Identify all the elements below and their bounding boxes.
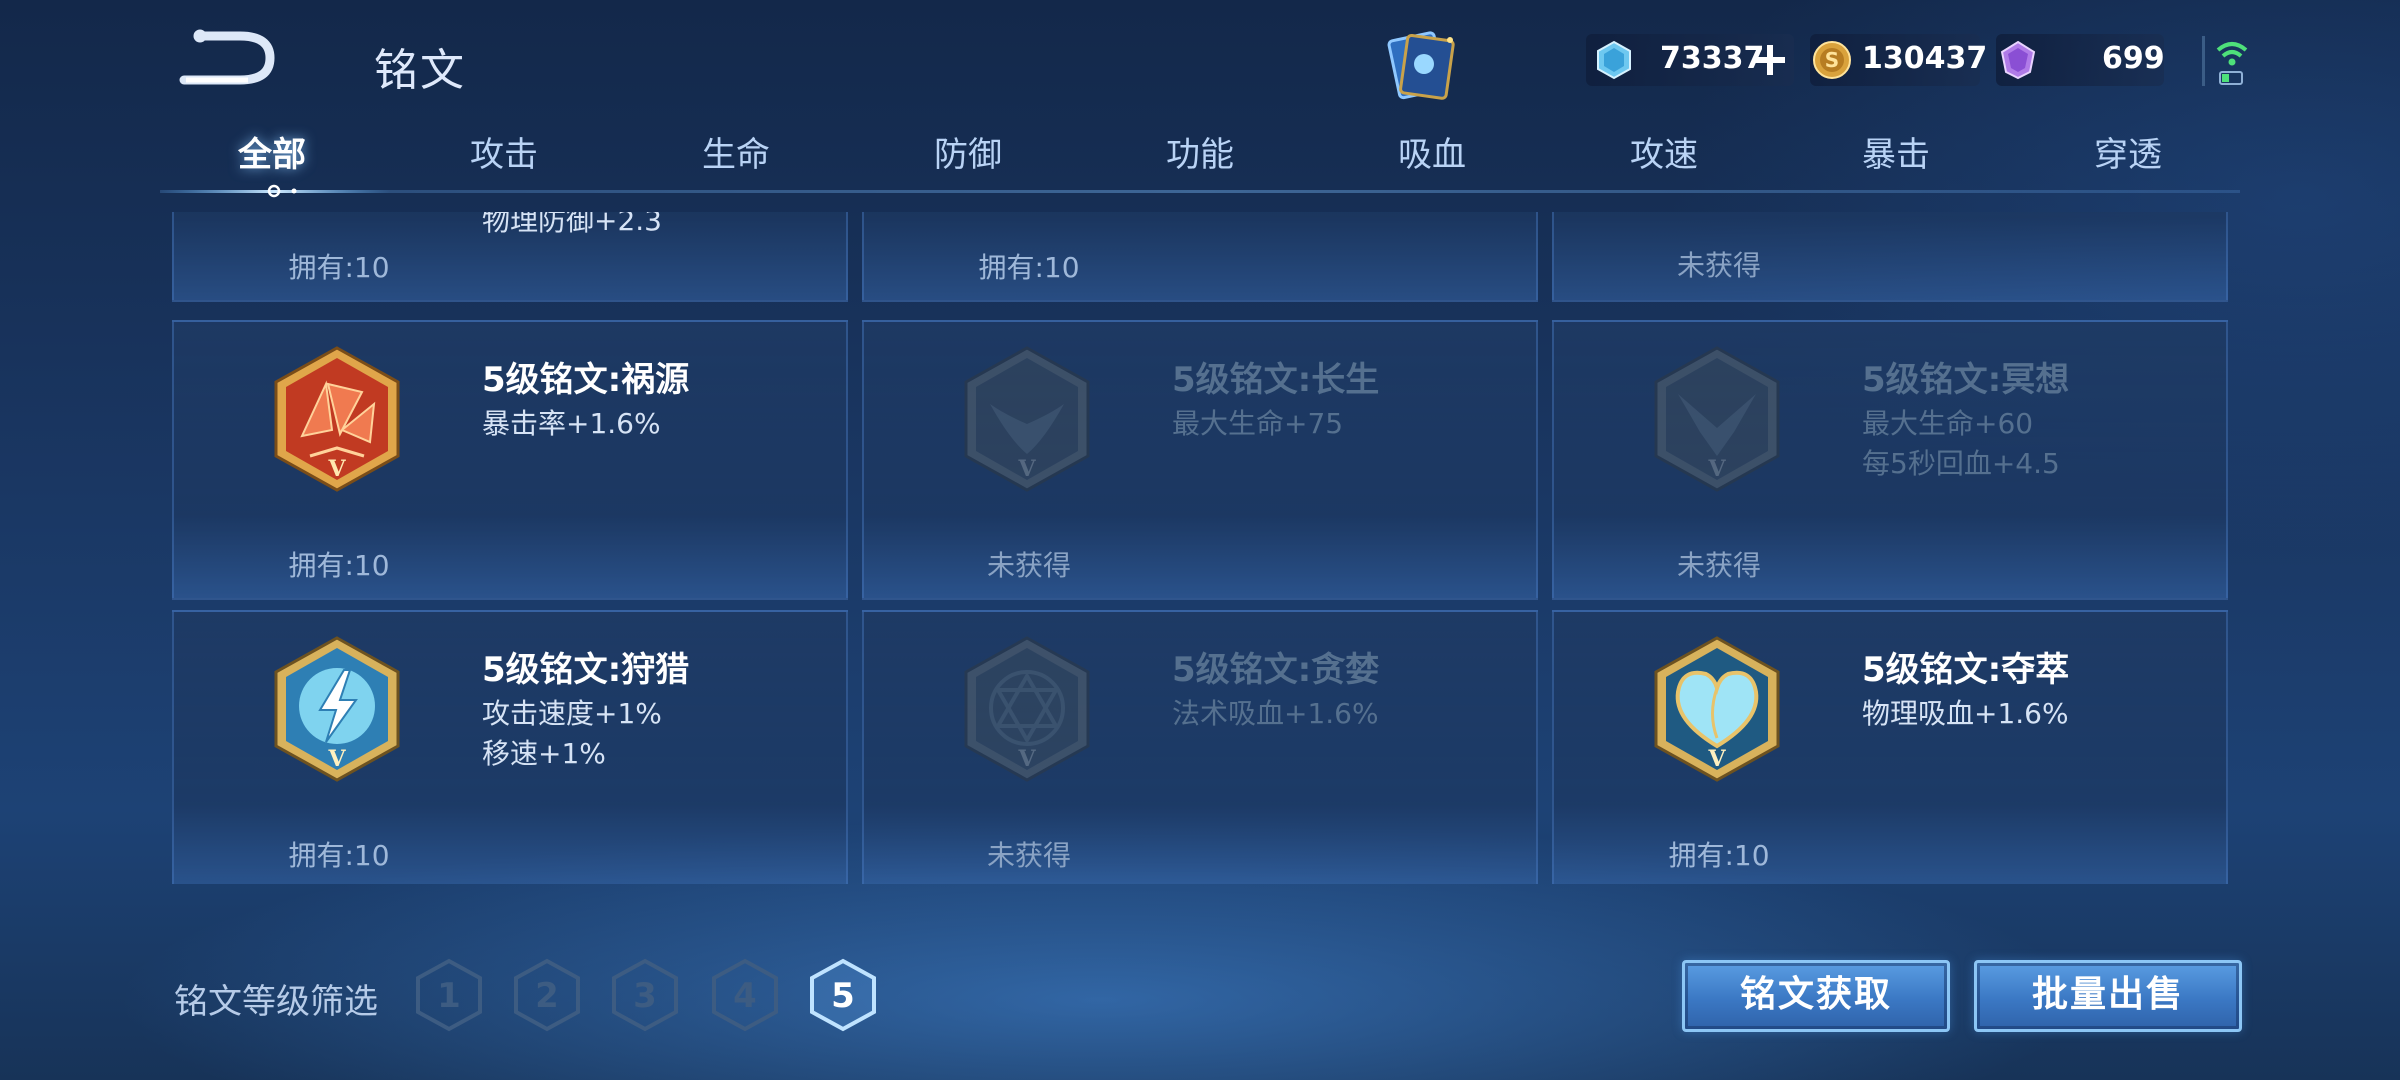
hexagon-icon: 1 [416,958,482,1032]
hexagon-icon: 3 [612,958,678,1032]
svg-text:2: 2 [535,976,559,1016]
svg-text:V: V [327,746,346,772]
red-shards-badge-icon: V [274,346,400,492]
tab-health[interactable]: 生命 [636,128,836,194]
svg-text:V: V [1017,746,1036,772]
inscription-card[interactable]: V 5级铭文:祸源 暴击率+1.6% 拥有:10 [172,320,848,600]
svg-text:V: V [327,456,346,482]
add-gem-button[interactable] [1752,42,1788,78]
inscription-stat: 法术吸血+1.6% [1172,697,1379,730]
inscription-stat: 暴击率+1.6% [482,407,661,440]
tab-penetration[interactable]: 穿透 [2028,128,2228,194]
tab-defense[interactable]: 防御 [868,128,1068,194]
tab-attack-speed[interactable]: 攻速 [1564,128,1764,194]
inscription-book-icon[interactable] [1378,26,1464,102]
inscription-stat: 最大生命+60 [1862,407,2034,440]
heart-badge-icon: V [1654,636,1780,782]
level-filter-2[interactable]: 2 [512,958,582,1032]
hexagon-icon: 5 [810,958,876,1032]
svg-text:S: S [1825,48,1839,72]
svg-text:1: 1 [437,976,461,1016]
inscription-name: 5级铭文:祸源 [482,360,690,400]
inscription-card[interactable]: V 5级铭文:狩猎 攻击速度+1% 移速+1% 拥有:10 [172,610,848,884]
inscription-name: 5级铭文:长生 [1172,360,1380,400]
inscription-count: 拥有:10 [288,251,390,284]
hexagon-icon: 2 [514,958,580,1032]
gem-amount: 73337 [1660,41,1765,76]
inscription-count: 拥有:10 [288,839,390,872]
wing-badge-icon: V [964,346,1090,492]
inscription-card[interactable]: V 5级铭文:冥想 最大生命+60 每5秒回血+4.5 未获得 [1552,320,2228,600]
bird-badge-icon: V [1654,346,1780,492]
inscription-name: 5级铭文:冥想 [1862,360,2070,400]
inscription-stat: 攻击速度+1% [482,697,662,730]
back-button[interactable] [178,24,288,94]
inscription-name: 5级铭文:贪婪 [1172,650,1380,690]
svg-text:V: V [1017,456,1036,482]
level-filter-5[interactable]: 5 [808,958,878,1032]
svg-text:5: 5 [831,976,855,1016]
inscription-card[interactable]: V 5级铭文:长生 最大生命+75 未获得 [862,320,1538,600]
network-status [2202,34,2262,90]
level-filter-1[interactable]: 1 [414,958,484,1032]
svg-text:3: 3 [633,976,657,1016]
inscription-count: 未获得 [1676,549,1761,582]
obtain-inscription-button[interactable]: 铭文获取 [1682,960,1950,1032]
svg-text:V: V [1707,746,1726,772]
inscription-grid: 物理防御+2.3 拥有:10 拥有:10 未获得 V 5级铭文:祸源 暴击率+1… [170,212,2230,884]
tab-attack[interactable]: 攻击 [404,128,604,194]
inscription-stat: 每5秒回血+4.5 [1862,447,2060,480]
inscription-count: 未获得 [986,549,1071,582]
inscription-stat: 移速+1% [482,737,606,770]
bulk-sell-button[interactable]: 批量出售 [1974,960,2242,1032]
inscription-card[interactable]: 物理防御+2.3 拥有:10 [172,212,848,302]
hexagon-icon: 4 [712,958,778,1032]
inscription-name: 5级铭文:狩猎 [482,650,690,690]
diamond-icon [2000,40,2036,80]
gem-currency: 73337 [1586,34,1794,86]
inscription-stat: 物理防御+2.3 [482,212,662,237]
diamond-currency: 699 [1996,34,2165,86]
category-tabs: 全部 攻击 生命 防御 功能 吸血 攻速 暴击 穿透 [160,128,2240,198]
inscription-card[interactable]: V 5级铭文:夺萃 物理吸血+1.6% 拥有:10 [1552,610,2228,884]
plus-icon [1755,45,1785,75]
inscription-card[interactable]: V 5级铭文:贪婪 法术吸血+1.6% 未获得 [862,610,1538,884]
inscription-count: 拥有:10 [1668,839,1770,872]
active-tab-indicator [160,180,390,202]
tab-critical[interactable]: 暴击 [1796,128,1996,194]
lightning-badge-icon: V [274,636,400,782]
gold-amount: 130437 [1862,41,1988,76]
svg-text:V: V [1707,456,1726,482]
svg-text:4: 4 [733,976,757,1016]
inscription-count: 拥有:10 [978,251,1080,284]
inscription-name: 5级铭文:夺萃 [1862,650,2070,690]
page-title: 铭文 [374,45,466,96]
level-filter-label: 铭文等级筛选 [174,982,378,1022]
level-filter-3[interactable]: 3 [610,958,680,1032]
inscription-card[interactable]: 拥有:10 [862,212,1538,302]
tab-divider [160,190,2240,193]
gold-coin-icon: S [1813,41,1851,79]
inscription-count: 未获得 [1676,249,1761,282]
inscription-count: 拥有:10 [288,549,390,582]
inscription-stat: 物理吸血+1.6% [1862,697,2069,730]
back-arrow-icon [179,29,275,85]
tab-utility[interactable]: 功能 [1100,128,1300,194]
inscription-stat: 最大生命+75 [1172,407,1344,440]
level-filter-4[interactable]: 4 [710,958,780,1032]
gold-currency: S 130437 [1810,34,1987,86]
wifi-icon [2202,36,2248,86]
inscription-card[interactable]: 未获得 [1552,212,2228,302]
star-badge-icon: V [964,636,1090,782]
tab-lifesteal[interactable]: 吸血 [1332,128,1532,194]
diamond-amount: 699 [2102,41,2165,76]
inscription-count: 未获得 [986,839,1071,872]
gem-icon [1597,40,1631,80]
